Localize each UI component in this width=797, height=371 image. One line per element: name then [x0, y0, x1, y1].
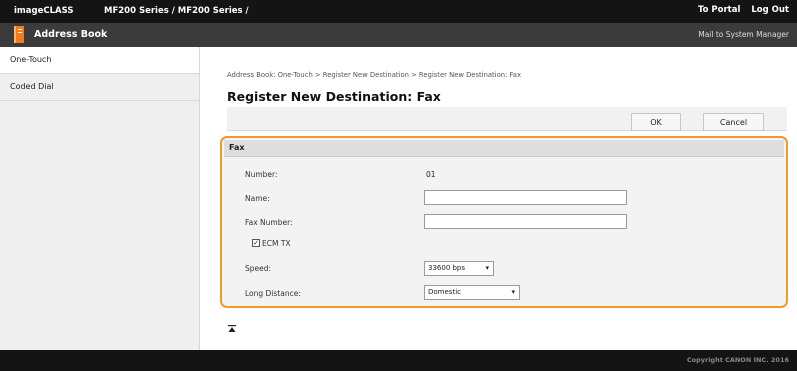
main-content: Address Book: One-Touch > Register New D…: [200, 47, 797, 350]
number-value: 01: [426, 170, 436, 179]
speed-select[interactable]: 33600 bps ▾: [424, 261, 494, 276]
ok-button[interactable]: OK: [631, 113, 681, 131]
ecm-tx-label: ECM TX: [262, 239, 291, 248]
speed-select-value: 33600 bps: [428, 264, 466, 272]
long-distance-select-value: Domestic: [428, 288, 461, 296]
log-out-link[interactable]: Log Out: [751, 5, 789, 15]
chevron-down-icon: ▾: [511, 288, 515, 296]
sidebar-item-coded-dial[interactable]: Coded Dial: [0, 74, 199, 101]
top-links: To Portal Log Out: [690, 5, 789, 15]
cancel-button[interactable]: Cancel: [703, 113, 764, 131]
footer: Copyright CANON INC. 2016: [0, 350, 797, 371]
sidebar: One-Touch Coded Dial: [0, 47, 200, 350]
breadcrumb: Address Book: One-Touch > Register New D…: [227, 71, 521, 79]
top-bar: imageCLASS MF200 Series / MF200 Series /…: [0, 0, 797, 23]
chevron-down-icon: ▾: [485, 264, 489, 272]
fax-number-field[interactable]: [424, 214, 627, 229]
model-name: MF200 Series / MF200 Series /: [104, 6, 249, 16]
long-distance-label: Long Distance:: [245, 289, 301, 298]
sidebar-item-label: One-Touch: [10, 55, 52, 64]
section-title: Fax: [229, 143, 245, 152]
speed-label: Speed:: [245, 264, 272, 273]
page-top-icon[interactable]: [228, 325, 236, 333]
app-title: Address Book: [34, 29, 108, 40]
number-label: Number:: [245, 170, 278, 179]
long-distance-select[interactable]: Domestic ▾: [424, 285, 520, 300]
name-field[interactable]: [424, 190, 627, 205]
ecm-tx-checkbox[interactable]: ✓: [252, 239, 260, 247]
fax-number-label: Fax Number:: [245, 218, 293, 227]
sidebar-item-label: Coded Dial: [10, 82, 54, 91]
fax-settings-panel: Fax Number: 01 Name: Fax Number: ✓ ECM T…: [220, 136, 788, 308]
panel-header: Fax: [224, 140, 784, 157]
title-bar: Address Book Mail to System Manager: [0, 23, 797, 47]
name-label: Name:: [245, 194, 270, 203]
copyright-text: Copyright CANON INC. 2016: [686, 356, 789, 364]
mail-to-system-manager-link[interactable]: Mail to System Manager: [698, 30, 789, 39]
to-portal-link[interactable]: To Portal: [698, 5, 740, 15]
address-book-icon: [14, 26, 24, 43]
page-title: Register New Destination: Fax: [227, 89, 441, 104]
sidebar-item-one-touch[interactable]: One-Touch: [0, 47, 199, 74]
brand-logo: imageCLASS: [14, 6, 74, 16]
